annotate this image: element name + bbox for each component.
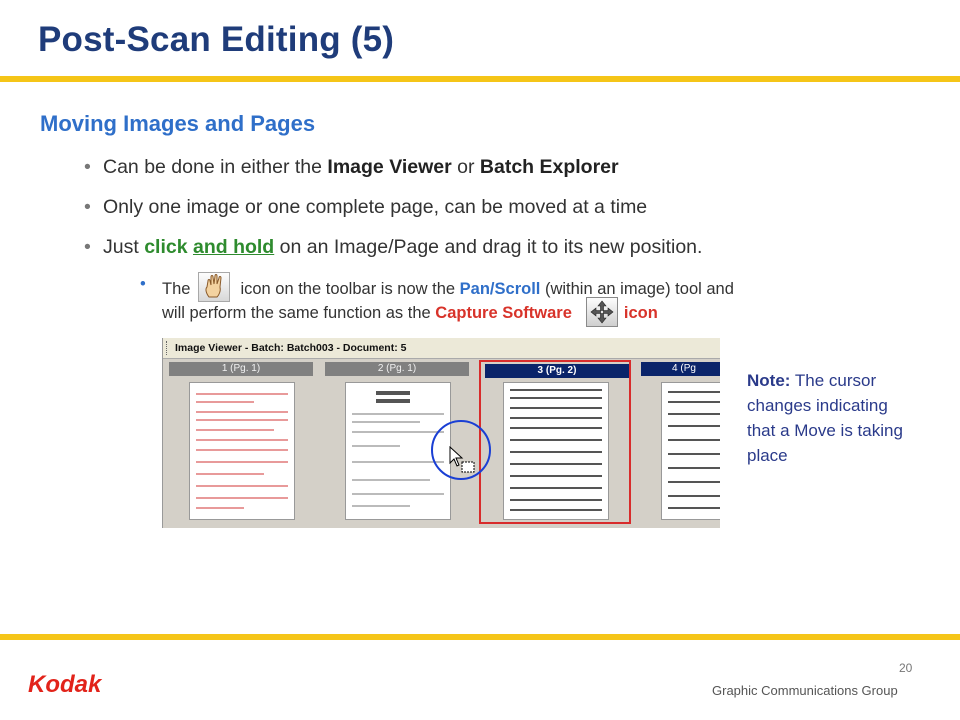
and-hold-term: and hold: [192, 236, 275, 258]
page-image: [189, 382, 295, 520]
thumbnail-3-selected[interactable]: 3 (Pg. 2): [479, 360, 631, 524]
image-viewer-term: Image Viewer: [327, 156, 452, 178]
viewer-title-bar: Image Viewer - Batch: Batch003 - Documen…: [163, 338, 720, 359]
page-number: 20: [899, 661, 913, 675]
bullet-dot: •: [84, 196, 91, 218]
drag-cursor-icon: [449, 446, 475, 473]
toolbar-grip-icon: [166, 341, 170, 355]
page-image: [503, 382, 609, 520]
sub-bullet-line-2: will perform the same function as the Ca…: [162, 297, 658, 327]
bullet-text: Only one image or one complete page, can…: [103, 196, 648, 218]
section-subtitle: Moving Images and Pages: [40, 111, 316, 136]
click-term: click: [144, 236, 188, 258]
thumbnail-1[interactable]: 1 (Pg. 1): [165, 360, 317, 524]
footer-group-name: Graphic Communications Group: [712, 683, 898, 698]
bullet-dot: •: [84, 156, 91, 178]
thumbnail-label: 4 (Pg: [641, 362, 720, 376]
top-accent-rule: [0, 76, 960, 82]
thumbnail-label: 2 (Pg. 1): [325, 362, 469, 376]
thumbnail-label: 3 (Pg. 2): [485, 364, 629, 378]
bottom-accent-rule: [0, 634, 960, 640]
batch-explorer-term: Batch Explorer: [479, 156, 619, 178]
viewer-title: Image Viewer - Batch: Batch003 - Documen…: [175, 342, 407, 354]
pan-scroll-term: Pan/Scroll: [459, 280, 541, 298]
page-image: [661, 382, 720, 520]
bullet-text: Can be done in either the Image Viewer o…: [103, 156, 619, 178]
note-label: Note:: [747, 371, 791, 390]
thumbnail-label: 1 (Pg. 1): [169, 362, 313, 376]
bullet-text: Just click and hold on an Image/Page and…: [103, 236, 703, 258]
bullet-dot: •: [84, 236, 91, 258]
icon-word: icon: [623, 304, 658, 322]
slide-title: Post-Scan Editing (5): [38, 20, 395, 59]
sub-bullet-dot: •: [140, 275, 146, 293]
capture-software-term: Capture Software: [435, 304, 572, 322]
note-text: Note: The cursor changes indicating that…: [747, 371, 903, 465]
move-arrows-icon: [585, 297, 618, 327]
kodak-logo-text: Kodak: [28, 671, 103, 698]
kodak-logo: Kodak: [28, 671, 103, 698]
thumbnail-4[interactable]: 4 (Pg: [637, 360, 720, 524]
